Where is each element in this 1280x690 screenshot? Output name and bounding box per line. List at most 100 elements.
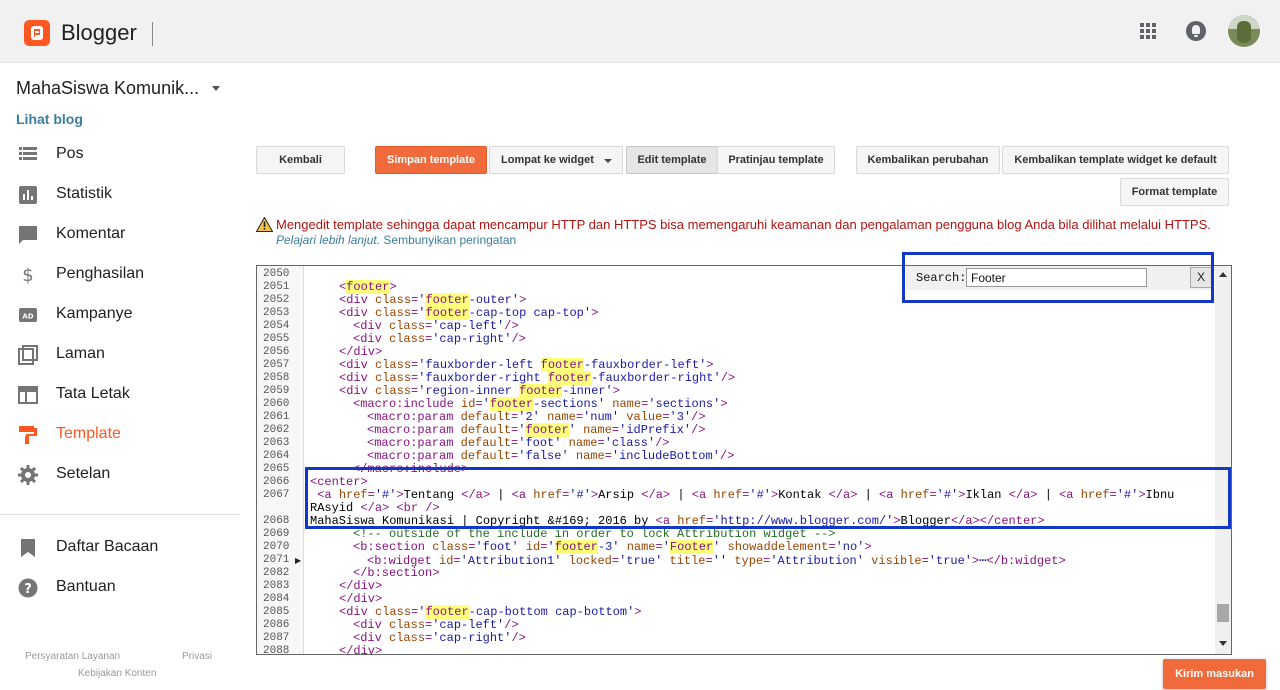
revert-widget-templates-button[interactable]: Kembalikan template widget ke default bbox=[1002, 146, 1229, 174]
sidebar-item-layout[interactable]: Tata Letak bbox=[0, 377, 240, 413]
code-line: <macro:param default='foot' name='class'… bbox=[367, 436, 670, 450]
learn-more-link[interactable]: Pelajari lebih lanjut. bbox=[276, 233, 380, 247]
line-number: 2062 bbox=[263, 424, 290, 436]
brand-name[interactable]: Blogger bbox=[61, 20, 137, 46]
svg-text:AD: AD bbox=[22, 313, 33, 321]
sidebar-item-label: Komentar bbox=[56, 225, 126, 242]
format-template-button[interactable]: Format template bbox=[1120, 178, 1229, 206]
line-number: 2061 bbox=[263, 411, 290, 423]
warning-links: Pelajari lebih lanjut. Sembunyikan perin… bbox=[276, 233, 516, 247]
sidebar-item-label: Kampanye bbox=[56, 305, 133, 322]
svg-text:$: $ bbox=[22, 265, 33, 285]
blogger-logo-icon[interactable] bbox=[24, 20, 50, 46]
code-line: </div> bbox=[339, 592, 383, 606]
apps-grid-icon[interactable] bbox=[1140, 23, 1157, 40]
sidebar-item-label: Template bbox=[56, 425, 121, 442]
terms-link[interactable]: Persyaratan Layanan bbox=[25, 651, 120, 662]
preview-template-button[interactable]: Pratinjau template bbox=[717, 146, 835, 174]
sidebar-item-help[interactable]: ? Bantuan bbox=[0, 570, 240, 606]
code-line: </div> bbox=[339, 579, 383, 593]
line-number: 2054 bbox=[263, 320, 290, 332]
top-header: Blogger bbox=[0, 0, 1280, 63]
chevron-down-icon[interactable] bbox=[212, 86, 220, 91]
revert-changes-button[interactable]: Kembalikan perubahan bbox=[856, 146, 1000, 174]
send-feedback-button[interactable]: Kirim masukan bbox=[1163, 659, 1266, 689]
sidebar-item-stats[interactable]: Statistik bbox=[0, 177, 240, 213]
line-number: 2085 bbox=[263, 606, 290, 618]
line-number: 2058 bbox=[263, 372, 290, 384]
notifications-icon[interactable] bbox=[1186, 21, 1206, 41]
line-number: 2066 bbox=[263, 476, 290, 488]
svg-text:?: ? bbox=[24, 582, 32, 597]
line-number: 2088 bbox=[263, 645, 290, 655]
sidebar-item-template[interactable]: Template bbox=[0, 417, 240, 453]
scrollbar-thumb[interactable] bbox=[1217, 604, 1229, 622]
line-number: 2083 bbox=[263, 580, 290, 592]
sidebar-item-earnings[interactable]: $ Penghasilan bbox=[0, 257, 240, 293]
line-number: 2063 bbox=[263, 437, 290, 449]
save-template-button[interactable]: Simpan template bbox=[375, 146, 487, 174]
sidebar-item-reading-list[interactable]: Daftar Bacaan bbox=[0, 530, 240, 566]
code-line: <macro:include id='footer-sections' name… bbox=[353, 397, 728, 411]
line-number: 2055 bbox=[263, 333, 290, 345]
line-number: 2087 bbox=[263, 632, 290, 644]
bookmark-icon bbox=[21, 539, 35, 557]
line-number: 2084 bbox=[263, 593, 290, 605]
line-number: 2086 bbox=[263, 619, 290, 631]
blog-selector[interactable]: MahaSiswa Komunik... bbox=[16, 78, 199, 99]
scroll-down-icon[interactable] bbox=[1219, 641, 1227, 646]
jump-to-widget-dropdown[interactable]: Lompat ke widget bbox=[489, 146, 623, 174]
code-line: <div class='cap-right'/> bbox=[353, 332, 526, 346]
fold-arrow-icon[interactable]: ▶ bbox=[295, 556, 301, 565]
content-policy-link[interactable]: Kebijakan Konten bbox=[78, 668, 156, 679]
code-line: <div class='cap-left'/> bbox=[353, 618, 519, 632]
mixed-content-warning: Mengedit template sehingga dapat mencamp… bbox=[276, 217, 1211, 232]
code-line: <div class='footer-cap-top cap-top'> bbox=[339, 306, 599, 320]
code-highlight-box bbox=[305, 467, 1231, 529]
sidebar-item-posts[interactable]: Pos bbox=[0, 137, 240, 173]
sidebar-item-label: Setelan bbox=[56, 465, 111, 482]
sidebar-item-settings[interactable]: Setelan bbox=[0, 457, 240, 493]
line-number: 2056 bbox=[263, 346, 290, 358]
privacy-link[interactable]: Privasi bbox=[182, 651, 212, 662]
line-number: 2057 bbox=[263, 359, 290, 371]
sidebar-item-campaigns[interactable]: AD Kampanye bbox=[0, 297, 240, 333]
code-editor[interactable]: 2050 2051 2052 2053 2054 2055 2056 2057 … bbox=[256, 265, 1232, 655]
sidebar-item-pages[interactable]: Laman bbox=[0, 337, 240, 373]
sidebar-item-label: Penghasilan bbox=[56, 265, 145, 282]
code-line: <!-- outside of the include in order to … bbox=[353, 527, 836, 541]
sidebar-item-label: Tata Letak bbox=[56, 385, 130, 402]
back-button[interactable]: Kembali bbox=[256, 146, 345, 174]
code-line: <div class='region-inner footer-inner'> bbox=[339, 384, 620, 398]
header-divider bbox=[152, 22, 153, 46]
sidebar-item-comments[interactable]: Komentar bbox=[0, 217, 240, 253]
code-line: <div class='footer-cap-bottom cap-bottom… bbox=[339, 605, 642, 619]
code-line: <div class='cap-left'/> bbox=[353, 319, 519, 333]
edit-template-button[interactable]: Edit template bbox=[626, 146, 718, 174]
gear-icon bbox=[18, 465, 38, 485]
code-line: <footer> bbox=[339, 280, 397, 294]
sidebar-item-label: Laman bbox=[56, 345, 105, 362]
avatar[interactable] bbox=[1228, 15, 1260, 47]
pages-icon bbox=[18, 345, 38, 365]
line-number: 2070 bbox=[263, 541, 290, 553]
chevron-down-icon bbox=[604, 159, 612, 163]
sidebar-item-label: Daftar Bacaan bbox=[56, 538, 159, 555]
ads-icon: AD bbox=[19, 308, 37, 322]
blogger-template-editor: Blogger MahaSiswa Komunik... Lihat blog … bbox=[0, 0, 1280, 690]
code-line: <macro:param default='false' name='inclu… bbox=[367, 449, 735, 463]
editor-scrollbar[interactable] bbox=[1215, 266, 1231, 654]
hide-warning-link[interactable]: Sembunyikan peringatan bbox=[383, 233, 516, 247]
sidebar-item-label: Pos bbox=[56, 145, 84, 162]
line-number: 2071 bbox=[263, 554, 290, 566]
paint-roller-icon bbox=[19, 426, 37, 444]
line-number: 2050 bbox=[263, 268, 290, 280]
line-number: 2069 bbox=[263, 528, 290, 540]
line-number: 2067 bbox=[263, 489, 290, 501]
line-number: 2053 bbox=[263, 307, 290, 319]
dollar-icon: $ bbox=[22, 265, 33, 285]
posts-icon bbox=[19, 147, 37, 160]
view-blog-link[interactable]: Lihat blog bbox=[16, 111, 83, 127]
scroll-up-icon[interactable] bbox=[1219, 272, 1227, 277]
sidebar-item-label: Statistik bbox=[56, 185, 113, 202]
